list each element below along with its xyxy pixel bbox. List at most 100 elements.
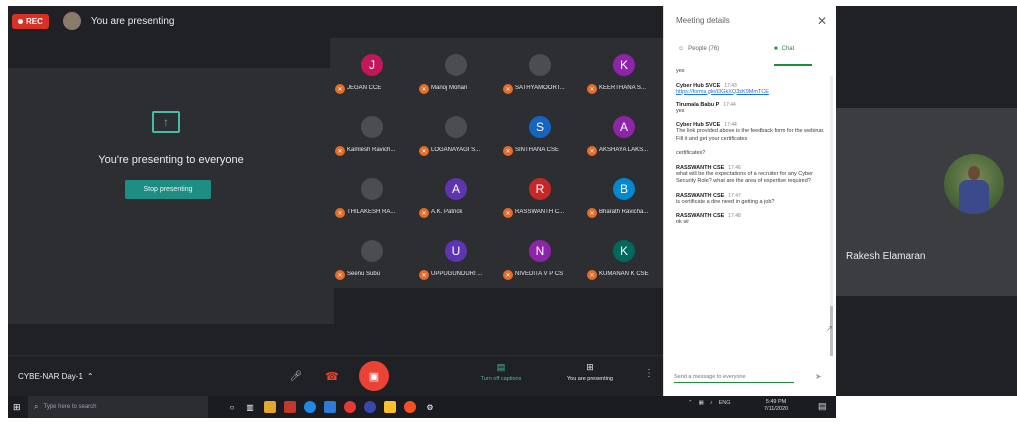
search-icon: ⌕ xyxy=(34,402,39,411)
chat-timestamp: 17:47 xyxy=(728,192,741,199)
mic-muted-icon: ✕ xyxy=(503,208,513,218)
cortana-icon[interactable]: ○ xyxy=(226,401,238,413)
mic-muted-icon: ✕ xyxy=(335,208,345,218)
meeting-name-button[interactable]: CYBE-NAR Day-1 ⌃ xyxy=(18,372,94,381)
chat-message: RASSWANTH CSE 17:46 what will be the expec… xyxy=(676,165,826,186)
chat-icon: ■ xyxy=(774,46,778,52)
chat-timestamp: 17:46 xyxy=(728,164,741,171)
chrome-icon[interactable] xyxy=(344,401,356,413)
participant-name: KEERTHANA S... xyxy=(599,85,646,91)
presenting-title: You are presenting xyxy=(90,15,175,27)
app-icon[interactable] xyxy=(364,401,376,413)
file-explorer-icon[interactable] xyxy=(264,401,276,413)
chat-link[interactable]: https://forms.gle/t3GkXQ3zK9MmTCE xyxy=(676,89,826,95)
speaker-photo-body xyxy=(959,180,989,214)
taskbar-clock[interactable]: 5:49 PM 7/11/2020 xyxy=(764,399,788,413)
captions-button[interactable]: ▤ Turn off captions xyxy=(470,362,532,392)
avatar: J xyxy=(361,54,383,76)
participant-tile[interactable]: ✕ THILAKESH RA... xyxy=(332,166,416,226)
task-view-icon[interactable]: ▥ xyxy=(244,401,256,413)
participant-tile[interactable]: J ✕ JEGAN CCE xyxy=(332,42,416,102)
chat-sender-name: Tirumala Babu P xyxy=(676,101,720,108)
participant-name: Kamlesh Ravich... xyxy=(347,147,396,153)
participant-name: SATHYAMOORT... xyxy=(515,85,565,91)
app-icon[interactable] xyxy=(384,401,396,413)
participant-name: Bharath Ravicha... xyxy=(599,209,649,215)
chat-message: RASSWANTH CSE 17:47 is certificate a dire … xyxy=(676,193,826,207)
chat-text: certificates? xyxy=(676,150,706,156)
firefox-icon[interactable] xyxy=(404,401,416,413)
people-icon: ☺ xyxy=(678,46,685,52)
chat-timestamp: 17:48 xyxy=(728,213,741,219)
system-tray[interactable]: ⌃ ▦ ♪ ENG xyxy=(688,400,730,406)
participant-tile[interactable]: S ✕ SINTHANA CSE xyxy=(500,104,584,164)
chat-message: Cyber Hub SVCE 17:44 The link provided abo… xyxy=(676,122,826,143)
speaker-name: Rakesh Elamaran xyxy=(846,251,926,262)
participant-name: RASSWANTH C... xyxy=(515,209,565,215)
participant-tile[interactable]: U ✕ UPPUGUNDURI ... xyxy=(416,228,500,288)
participant-tile[interactable]: ✕ SATHYAMOORT... xyxy=(500,42,584,102)
chat-text: yes xyxy=(676,68,685,74)
participant-tile[interactable]: B ✕ Bharath Ravicha... xyxy=(584,166,668,226)
app-icon[interactable] xyxy=(284,401,296,413)
tab-chat[interactable]: ■ Chat xyxy=(774,46,794,52)
network-icon: ▦ xyxy=(698,400,704,406)
participant-name: SINTHANA CSE xyxy=(515,147,560,153)
record-dot-icon xyxy=(18,18,23,24)
participant-tile[interactable]: N ✕ NIVEDITA V P CS xyxy=(500,228,584,288)
chat-scrollbar[interactable] xyxy=(830,76,833,356)
mic-muted-icon: ✕ xyxy=(503,270,513,280)
participant-tile[interactable]: A ✕ A.K. Patrick xyxy=(416,166,500,226)
notification-icon[interactable]: ▤ xyxy=(818,401,827,412)
mic-muted-icon: ✕ xyxy=(587,270,597,280)
details-title: Meeting details xyxy=(676,16,730,25)
settings-gear-icon[interactable]: ⚙ xyxy=(424,401,436,413)
camera-off-button[interactable]: ▣ xyxy=(359,361,389,391)
chat-message: Cyber Hub SVCE 17:43 https://forms.gle/t3G… xyxy=(676,83,826,95)
recording-badge: REC xyxy=(12,13,49,29)
windows-start-icon[interactable]: ⊞ xyxy=(13,402,23,412)
bottom-bar: CYBE-NAR Day-1 ⌃ 🎤︎ ☎ ▣ ▤ Turn off capti… xyxy=(8,355,663,396)
tab-people[interactable]: ☺ People (76) xyxy=(678,46,719,52)
avatar xyxy=(361,240,383,262)
present-now-button[interactable]: ⊞ You are presenting xyxy=(558,362,622,392)
more-options-icon[interactable]: ⋮ xyxy=(644,368,654,379)
search-placeholder: Type here to search xyxy=(43,404,97,410)
participant-tile[interactable]: R ✕ RASSWANTH C... xyxy=(500,166,584,226)
participant-tile[interactable]: ✕ Seenu Subu xyxy=(332,228,416,288)
participant-tile[interactable]: K ✕ KUMANAN K CSE xyxy=(584,228,668,288)
participant-tile[interactable]: ✕ Kamlesh Ravich... xyxy=(332,104,416,164)
participant-tile[interactable]: K ✕ KEERTHANA S... xyxy=(584,42,668,102)
edge-icon[interactable] xyxy=(304,401,316,413)
avatar: B xyxy=(613,178,635,200)
participant-tile[interactable]: ✕ Manoj Mohan xyxy=(416,42,500,102)
mic-muted-icon: ✕ xyxy=(419,270,429,280)
participant-tile[interactable]: ✕ LOGANAYAGI S... xyxy=(416,104,500,164)
chat-message-input[interactable] xyxy=(674,371,794,383)
taskbar-search[interactable]: ⌕ Type here to search xyxy=(28,396,208,418)
participant-name: AKSHAYA LAKS... xyxy=(599,147,649,153)
mic-muted-icon: ✕ xyxy=(335,84,345,94)
chat-message: yes xyxy=(676,68,826,76)
mic-muted-icon: ✕ xyxy=(419,84,429,94)
store-icon[interactable] xyxy=(324,401,336,413)
chat-message: RASSWANTH CSE 17:48 ok sir xyxy=(676,213,826,227)
mic-muted-icon: ✕ xyxy=(335,146,345,156)
captions-icon: ▤ xyxy=(496,362,506,372)
avatar xyxy=(529,54,551,76)
hang-up-button[interactable]: ☎ xyxy=(324,368,340,384)
participant-name: NIVEDITA V P CS xyxy=(515,271,564,277)
close-icon[interactable]: ✕ xyxy=(817,14,827,28)
participant-tile[interactable]: A ✕ AKSHAYA LAKS... xyxy=(584,104,668,164)
screenshot: REC You are presenting ↑ You're presenti… xyxy=(0,0,1017,443)
presenting-label: You are presenting xyxy=(567,376,613,382)
chat-timestamp: 17:44 xyxy=(723,101,736,108)
mouse-cursor-icon: ↗ xyxy=(826,324,833,333)
presentation-tile: ↑ You're presenting to everyone Stop pre… xyxy=(8,68,334,324)
mic-muted-icon: ✕ xyxy=(503,84,513,94)
stop-presenting-button[interactable]: Stop presenting xyxy=(125,180,211,199)
chat-text: what will be the expectations of a recru… xyxy=(676,170,813,185)
send-icon[interactable]: ➤ xyxy=(815,372,822,381)
microphone-button[interactable]: 🎤︎ xyxy=(288,368,304,384)
avatar: K xyxy=(613,240,635,262)
